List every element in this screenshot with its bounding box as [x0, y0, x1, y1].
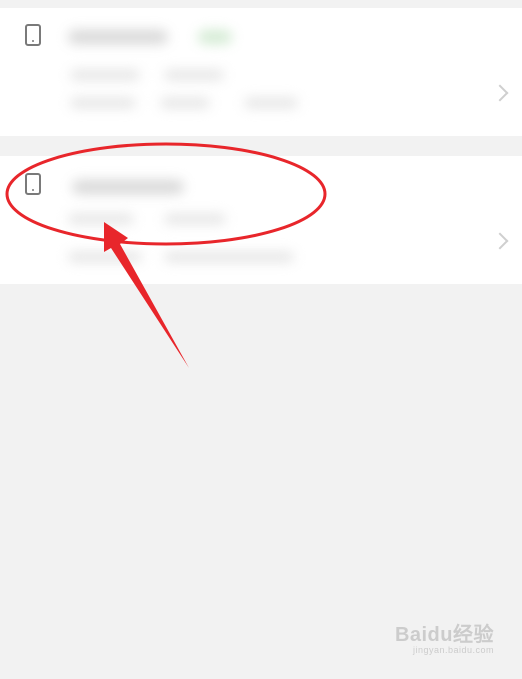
device-detail-redacted [160, 98, 210, 108]
device-detail-redacted [244, 98, 298, 108]
device-card-2[interactable] [0, 156, 522, 284]
chevron-right-icon[interactable] [491, 84, 509, 102]
top-strip [0, 0, 522, 8]
watermark-brand: Baidu经验 [394, 624, 494, 646]
watermark: Baidu经验 jingyan.baidu.com [395, 618, 494, 655]
device-detail-redacted [68, 214, 134, 224]
device-detail-redacted [68, 252, 142, 262]
status-badge-redacted [198, 30, 232, 44]
device-detail-redacted [164, 214, 226, 224]
phone-icon [25, 173, 41, 195]
device-card-1[interactable] [0, 8, 522, 136]
device-detail-redacted [70, 98, 136, 108]
device-detail-redacted [164, 252, 294, 262]
phone-icon [25, 24, 41, 46]
chevron-right-icon[interactable] [491, 232, 509, 250]
device-detail-redacted [70, 70, 140, 80]
device-detail-redacted [164, 70, 224, 80]
device-name-redacted [72, 180, 184, 194]
device-name-redacted [68, 30, 168, 44]
